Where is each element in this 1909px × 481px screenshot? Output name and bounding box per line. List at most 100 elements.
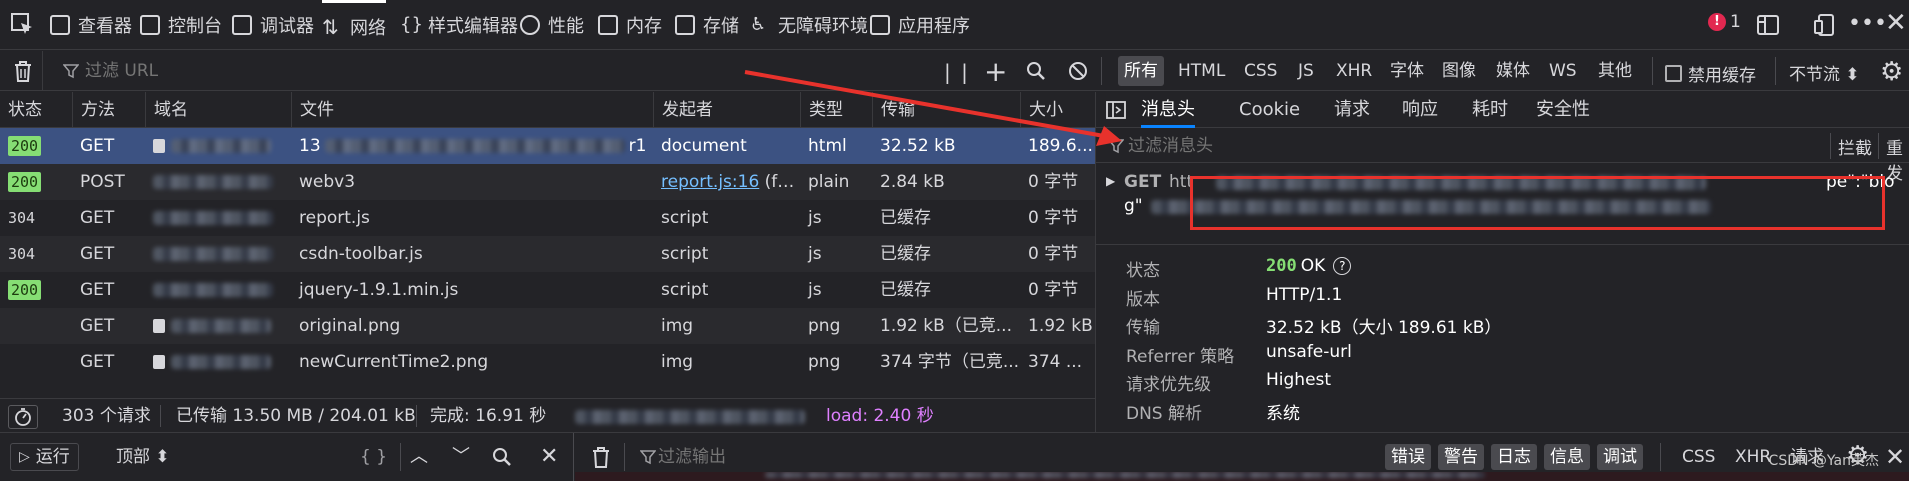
column-header-7[interactable]: 大小 <box>1020 92 1095 128</box>
details-tab-1[interactable]: Cookie <box>1239 92 1300 128</box>
redacted-domain <box>171 139 271 153</box>
block-button[interactable]: 拦截 <box>1838 134 1872 159</box>
filter-css[interactable]: CSS <box>1682 443 1715 471</box>
details-tab-3[interactable]: 响应 <box>1402 92 1438 128</box>
devtools-tab-2[interactable]: 调试器 <box>232 0 314 50</box>
devtools-tab-label: 网络 <box>350 17 386 39</box>
column-header-5[interactable]: 类型 <box>800 92 872 128</box>
transfer-cell: 2.84 kB <box>880 172 945 192</box>
search-icon[interactable] <box>1026 61 1046 81</box>
column-header-2[interactable]: 域名 <box>145 92 291 128</box>
table-row[interactable]: GET newCurrentTime2.png img png 374 字节（已竞...… <box>0 344 1095 380</box>
column-header-3[interactable]: 文件 <box>291 92 653 128</box>
url-filter-input[interactable] <box>85 57 685 85</box>
details-tab-4[interactable]: 耗时 <box>1472 92 1508 128</box>
pause-icon[interactable]: | | <box>944 60 970 84</box>
filter-xhr[interactable]: XHR <box>1735 443 1771 471</box>
devtools-tab-label: 样式编辑器 <box>428 16 518 37</box>
chevron-up-icon[interactable]: ︿ <box>410 443 428 471</box>
details-tab-2[interactable]: 请求 <box>1334 92 1370 128</box>
chevron-down-icon[interactable]: ﹀ <box>452 443 470 471</box>
column-header-0[interactable]: 状态 <box>0 92 72 128</box>
close-devtools-icon[interactable]: ✕ <box>1885 10 1907 36</box>
type-filter-2[interactable]: CSS <box>1238 56 1283 86</box>
type-filter-7[interactable]: 媒体 <box>1490 56 1536 86</box>
run-button[interactable]: ▷ 运行 <box>10 443 79 471</box>
table-row[interactable]: 304 GET csdn-toolbar.js script js 已缓存 0 字节 <box>0 236 1095 272</box>
file-name: jquery-1.9.1.min.js <box>299 280 459 300</box>
details-tab-5[interactable]: 安全性 <box>1536 92 1590 128</box>
type-filter-9[interactable]: 其他 <box>1592 56 1638 86</box>
devtools-tab-1[interactable]: 控制台 <box>140 0 222 50</box>
devtools-tab-8[interactable]: ♿ 无障碍环境 <box>750 0 868 50</box>
search-icon[interactable] <box>492 447 512 467</box>
file-cell: csdn-toolbar.js <box>291 236 653 272</box>
method-cell: GET <box>80 208 115 228</box>
type-filter-5[interactable]: 字体 <box>1384 56 1430 86</box>
responsive-design-icon[interactable] <box>1813 13 1837 37</box>
element-picker-icon[interactable] <box>10 12 34 36</box>
console-filter-input[interactable] <box>658 443 1058 471</box>
error-badge[interactable]: ! 1 <box>1708 12 1741 32</box>
performance-analysis-icon[interactable] <box>8 405 38 429</box>
type-filter-8[interactable]: WS <box>1543 56 1583 86</box>
devtools-tab-7[interactable]: 存储 <box>675 0 739 50</box>
split-console-icon[interactable] <box>1756 13 1780 37</box>
redacted-text <box>765 472 1485 478</box>
throttle-select[interactable]: 不节流 ⬍ <box>1789 60 1860 85</box>
console-level-4[interactable]: 调试 <box>1597 444 1643 470</box>
console-level-1[interactable]: 警告 <box>1438 444 1484 470</box>
devtools-tab-6[interactable]: 内存 <box>598 0 662 50</box>
add-filter-icon[interactable]: + <box>984 55 1007 88</box>
table-row[interactable]: 200 GET 13 r1 document html 32.52 kB 189.6... <box>0 128 1095 164</box>
block-requests-icon[interactable] <box>1068 61 1088 81</box>
disable-cache-checkbox[interactable]: 禁用缓存 <box>1665 61 1756 86</box>
initiator: img <box>661 316 694 336</box>
console-level-3[interactable]: 信息 <box>1544 444 1590 470</box>
headers-filter[interactable]: 拦截 重发 <box>1096 129 1909 184</box>
help-icon[interactable]: ? <box>1333 257 1352 275</box>
toggle-sidebar-icon[interactable] <box>1106 101 1126 119</box>
status-code: 304 <box>8 209 36 227</box>
initiator-cell[interactable]: report.js:16 (fe... <box>653 164 800 200</box>
clear-requests-icon[interactable] <box>12 59 34 83</box>
file-cell: newCurrentTime2.png <box>291 344 653 380</box>
close-icon[interactable]: ✕ <box>540 443 558 471</box>
devtools-tab-0[interactable]: 查看器 <box>50 0 132 50</box>
console-level-2[interactable]: 日志 <box>1491 444 1537 470</box>
table-row[interactable]: 200 POST webv3 report.js:16 (fe... plain 2.84… <box>0 164 1095 200</box>
divider <box>1660 443 1661 471</box>
column-header-6[interactable]: 传输 <box>872 92 1020 128</box>
console-level-0[interactable]: 错误 <box>1385 444 1431 470</box>
table-row[interactable]: 304 GET report.js script js 已缓存 0 字节 <box>0 200 1095 236</box>
gear-icon[interactable]: ⚙ <box>1880 57 1903 87</box>
checkbox-box[interactable] <box>1665 65 1682 82</box>
expand-arrow-icon[interactable]: ▶ <box>1106 174 1115 188</box>
more-options-icon[interactable]: ••• <box>1848 13 1887 35</box>
clear-console-icon[interactable] <box>590 445 612 469</box>
devtools-tab-5[interactable]: 性能 <box>520 0 584 50</box>
devtools-tab-9[interactable]: 应用程序 <box>870 0 970 50</box>
debugger-icon <box>232 15 252 35</box>
type-filter-6[interactable]: 图像 <box>1436 56 1482 86</box>
type-filter-4[interactable]: XHR <box>1330 56 1378 86</box>
devtools-tab-3[interactable]: ⇅ 网络 <box>322 0 386 50</box>
url-filter[interactable] <box>42 51 922 91</box>
domain-cell <box>145 272 291 308</box>
status-cell: 200 <box>0 128 72 164</box>
type-filter-3[interactable]: JS <box>1292 56 1320 86</box>
table-row[interactable]: 200 GET jquery-1.9.1.min.js script js 已缓存 0 字节 <box>0 272 1095 308</box>
column-header-4[interactable]: 发起者 <box>653 92 800 128</box>
type-filter-0[interactable]: 所有 <box>1118 56 1164 86</box>
pretty-print-button[interactable]: { } <box>360 443 387 471</box>
close-console-icon[interactable]: ✕ <box>1885 443 1905 471</box>
details-tab-0[interactable]: 消息头 <box>1141 92 1195 128</box>
type-filter-1[interactable]: HTML <box>1172 56 1231 86</box>
column-header-1[interactable]: 方法 <box>72 92 145 128</box>
devtools-tab-4[interactable]: {} 样式编辑器 <box>400 0 518 50</box>
initiator[interactable]: report.js:16 <box>661 172 759 192</box>
table-row[interactable]: GET original.png img png 1.92 kB（已竞... 1.92 k… <box>0 308 1095 344</box>
context-select[interactable]: 顶部 ⬍ <box>116 443 170 471</box>
headers-filter-input[interactable] <box>1128 132 1628 160</box>
header-value: 32.52 kB（大小 189.61 kB） <box>1266 313 1501 338</box>
